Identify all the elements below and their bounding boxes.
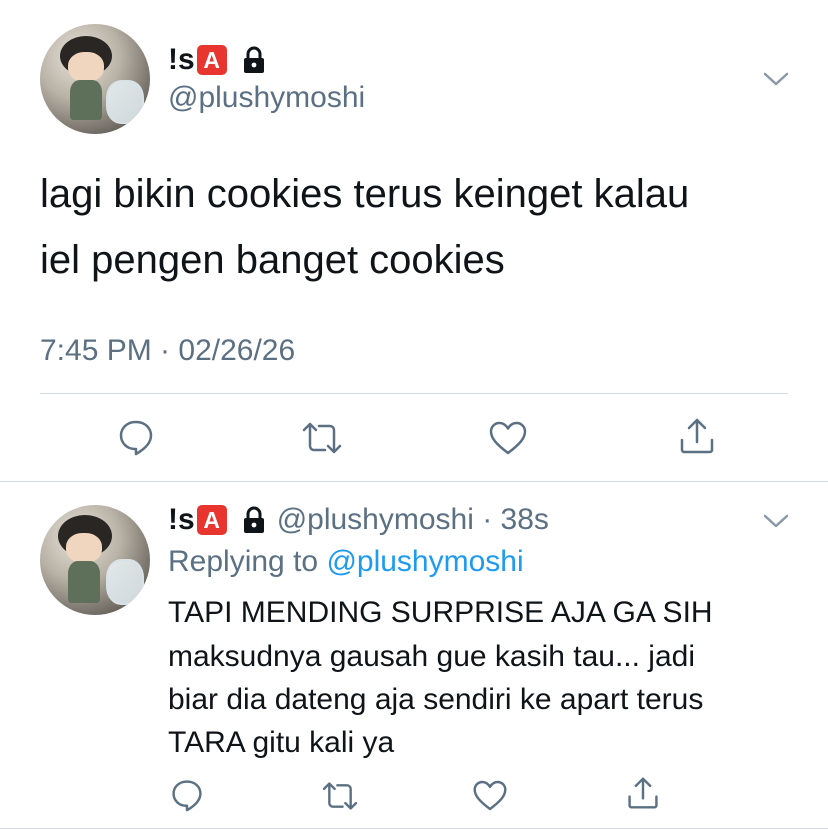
divider (40, 393, 788, 394)
chevron-down-icon[interactable] (762, 70, 790, 88)
reply-icon[interactable] (170, 778, 204, 812)
lock-icon (241, 506, 267, 534)
tweet-text-line: lagi bikin cookies terus keinget kalau (40, 172, 690, 216)
display-name[interactable]: !s (168, 43, 195, 77)
chevron-down-icon[interactable] (762, 512, 790, 530)
reply-text-line: TARA gitu kali ya (168, 726, 395, 759)
replying-to-label: Replying to (168, 545, 319, 578)
lock-icon (241, 46, 267, 74)
a-button-emoji: A (196, 505, 227, 535)
avatar-figure-face (68, 52, 104, 82)
reply-author-line: !s A @plushymoshi · 38s (168, 502, 549, 538)
reply-text-line: biar dia dateng aja sendiri ke apart ter… (168, 683, 704, 716)
tweet-text-line: iel pengen banget cookies (40, 238, 505, 282)
replying-to: Replying to @plushymoshi (168, 545, 524, 579)
avatar-cup (106, 559, 144, 605)
avatar-figure-face (66, 533, 102, 563)
timestamp[interactable]: 7:45 PM · 02/26/26 (40, 334, 295, 368)
reply-icon[interactable] (117, 418, 155, 456)
avatar-cup (106, 80, 144, 124)
avatar[interactable] (40, 24, 150, 134)
display-name[interactable]: !s (168, 503, 195, 537)
share-icon[interactable] (626, 775, 660, 811)
bottom-divider (0, 828, 828, 829)
avatar-figure-body (68, 561, 100, 603)
handle-and-time[interactable]: @plushymoshi · 38s (277, 503, 549, 537)
handle[interactable]: @plushymoshi (168, 81, 365, 115)
retweet-icon[interactable] (300, 420, 344, 456)
section-divider (0, 481, 828, 482)
like-icon[interactable] (472, 779, 508, 812)
share-icon[interactable] (678, 416, 716, 456)
reply-text-line: TAPI MENDING SURPRISE AJA GA SIH (168, 596, 713, 629)
avatar-figure-body (70, 80, 102, 120)
retweet-icon[interactable] (320, 780, 360, 812)
replying-to-handle[interactable]: @plushymoshi (326, 545, 523, 578)
a-button-emoji: A (196, 45, 227, 75)
author-line: !s A (168, 42, 267, 78)
avatar[interactable] (40, 505, 150, 615)
reply-text-line: maksudnya gausah gue kasih tau... jadi (168, 640, 696, 673)
like-icon[interactable] (488, 420, 528, 456)
